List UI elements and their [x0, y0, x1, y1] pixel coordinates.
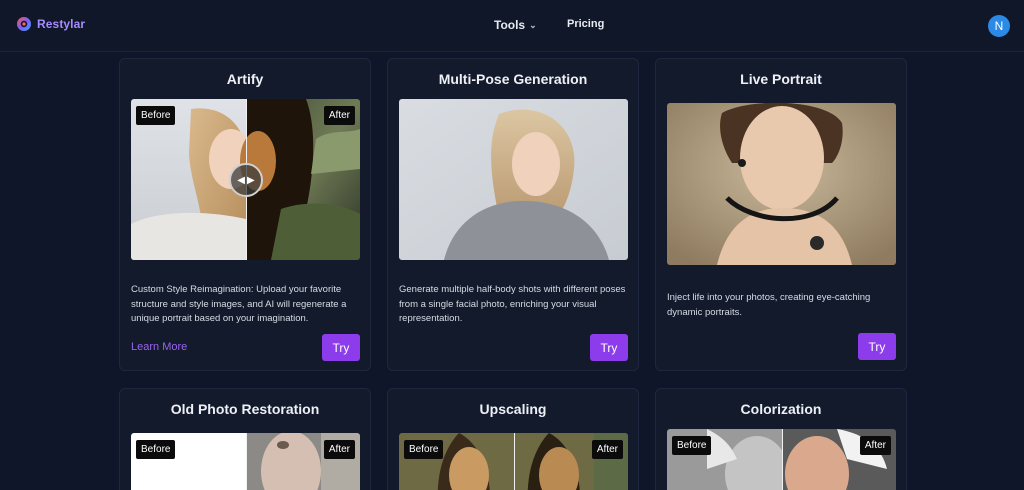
top-nav: Restylar Tools ⌄ Pricing N — [0, 0, 1024, 52]
arrow-right-icon: ▶ — [247, 174, 255, 186]
card-description: Generate multiple half-body shots with d… — [399, 284, 626, 324]
logo[interactable]: Restylar — [16, 16, 85, 32]
logo-icon — [16, 16, 32, 32]
tool-card-colorization: Colorization Before After — [655, 388, 907, 490]
avatar[interactable]: N — [988, 15, 1010, 37]
card-title: Upscaling — [479, 401, 547, 417]
card-description: Custom Style Reimagination: Upload your … — [131, 284, 347, 324]
comparison-divider — [514, 433, 515, 490]
try-button[interactable]: Try — [322, 334, 360, 361]
arrow-left-icon: ◀ — [237, 174, 245, 186]
before-label: Before — [136, 440, 176, 459]
after-label: After — [323, 440, 355, 459]
after-label: After — [323, 106, 355, 125]
try-button[interactable]: Try — [590, 334, 628, 361]
brand-name: Restylar — [37, 17, 86, 31]
after-label: After — [591, 440, 623, 459]
nav-pricing[interactable]: Pricing — [567, 18, 604, 30]
comparison-divider — [782, 429, 783, 490]
multi-pose-preview-graphic — [399, 99, 628, 260]
card-title: Artify — [226, 71, 264, 87]
tool-card-live-portrait: Live Portrait Inject life into your phot… — [655, 58, 907, 371]
card-title: Old Photo Restoration — [170, 401, 320, 417]
tool-card-old-photo-restoration: Old Photo Restoration Before After — [119, 388, 371, 490]
restoration-comparison-image[interactable]: Before After — [131, 433, 360, 490]
card-title: Live Portrait — [740, 71, 822, 87]
card-description: Inject life into your photos, creating e… — [667, 292, 871, 318]
tool-card-artify: Artify Before After ◀ ▶ Custom Style Rei… — [119, 58, 371, 371]
tool-card-upscaling: Upscaling Before After — [387, 388, 639, 490]
nav-pricing-label: Pricing — [567, 18, 605, 30]
chevron-down-icon: ⌄ — [529, 19, 537, 30]
try-button[interactable]: Try — [858, 333, 896, 360]
comparison-divider — [246, 433, 247, 490]
artify-comparison-image[interactable]: Before After ◀ ▶ — [131, 99, 360, 260]
card-title: Colorization — [740, 401, 822, 417]
tool-card-multi-pose: Multi-Pose Generation Generate multiple … — [387, 58, 639, 371]
multi-pose-image[interactable] — [399, 99, 628, 260]
nav-tools-label: Tools — [494, 18, 526, 32]
learn-more-link[interactable]: Learn More — [131, 341, 187, 353]
colorization-comparison-image[interactable]: Before After — [667, 429, 896, 490]
after-label: After — [859, 436, 891, 455]
slider-handle[interactable]: ◀ ▶ — [229, 163, 263, 197]
before-label: Before — [404, 440, 444, 459]
live-portrait-image[interactable] — [667, 103, 896, 265]
before-label: Before — [136, 106, 176, 125]
live-portrait-preview-graphic — [667, 103, 896, 265]
upscaling-comparison-image[interactable]: Before After — [399, 433, 628, 490]
card-title: Multi-Pose Generation — [438, 71, 588, 87]
nav-tools[interactable]: Tools ⌄ — [494, 18, 537, 32]
before-label: Before — [672, 436, 712, 455]
